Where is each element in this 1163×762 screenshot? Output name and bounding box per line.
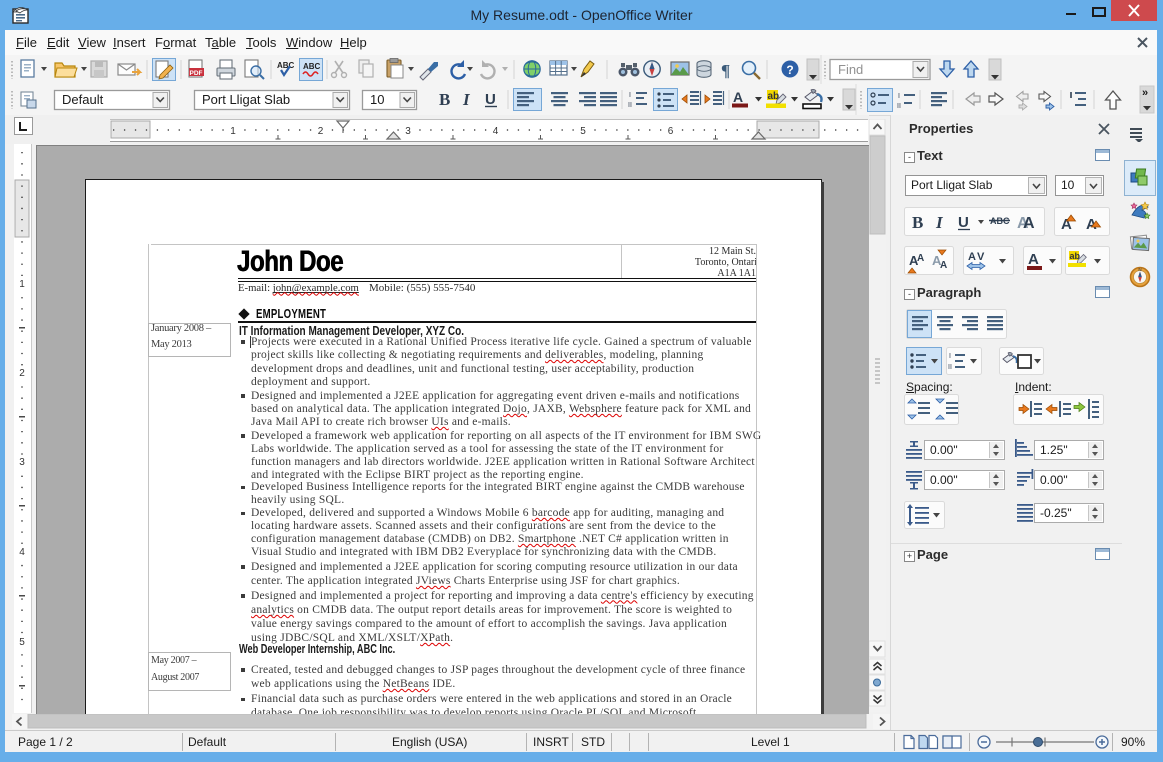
svg-text:A: A	[940, 260, 947, 271]
svg-text:B: B	[439, 90, 450, 109]
svg-text:2: 2	[318, 126, 324, 137]
svg-text:PDF: PDF	[190, 70, 203, 77]
svg-text:U: U	[958, 214, 969, 231]
svg-text:¶: ¶	[721, 61, 730, 80]
svg-text:I: I	[462, 90, 471, 109]
svg-text:1: 1	[230, 126, 236, 137]
svg-text:A: A	[968, 251, 976, 263]
svg-text:II: II	[628, 102, 632, 109]
svg-text:ABC: ABC	[303, 62, 321, 71]
svg-text:N: N	[1138, 267, 1141, 272]
svg-text:A: A	[733, 89, 743, 105]
svg-text:V: V	[977, 251, 985, 263]
svg-text:ABC: ABC	[277, 61, 295, 70]
svg-text:A: A	[1028, 251, 1039, 268]
svg-text:A: A	[1023, 215, 1035, 232]
svg-text:Default: Default	[62, 92, 104, 107]
svg-text:5: 5	[19, 637, 25, 648]
svg-text:6: 6	[668, 126, 674, 137]
svg-text:3: 3	[405, 126, 411, 137]
svg-text:4: 4	[493, 126, 499, 137]
svg-text:II: II	[948, 364, 952, 371]
svg-text:4: 4	[19, 547, 25, 558]
svg-text:3: 3	[19, 457, 25, 468]
svg-text:I: I	[949, 353, 951, 360]
svg-text:5: 5	[580, 126, 586, 137]
svg-text:1: 1	[19, 279, 25, 290]
svg-text:A: A	[917, 253, 924, 264]
svg-text:Find: Find	[838, 62, 863, 77]
svg-text:I: I	[629, 92, 631, 99]
svg-text:10: 10	[370, 92, 384, 107]
svg-text:B: B	[912, 213, 923, 232]
svg-text:I: I	[898, 93, 900, 100]
svg-text:»: »	[1142, 87, 1148, 99]
svg-text:U: U	[485, 91, 496, 108]
svg-text:?: ?	[786, 63, 793, 77]
svg-text:Port Lligat Slab: Port Lligat Slab	[202, 92, 290, 107]
svg-text:II: II	[897, 103, 901, 110]
svg-text:2: 2	[19, 368, 25, 379]
